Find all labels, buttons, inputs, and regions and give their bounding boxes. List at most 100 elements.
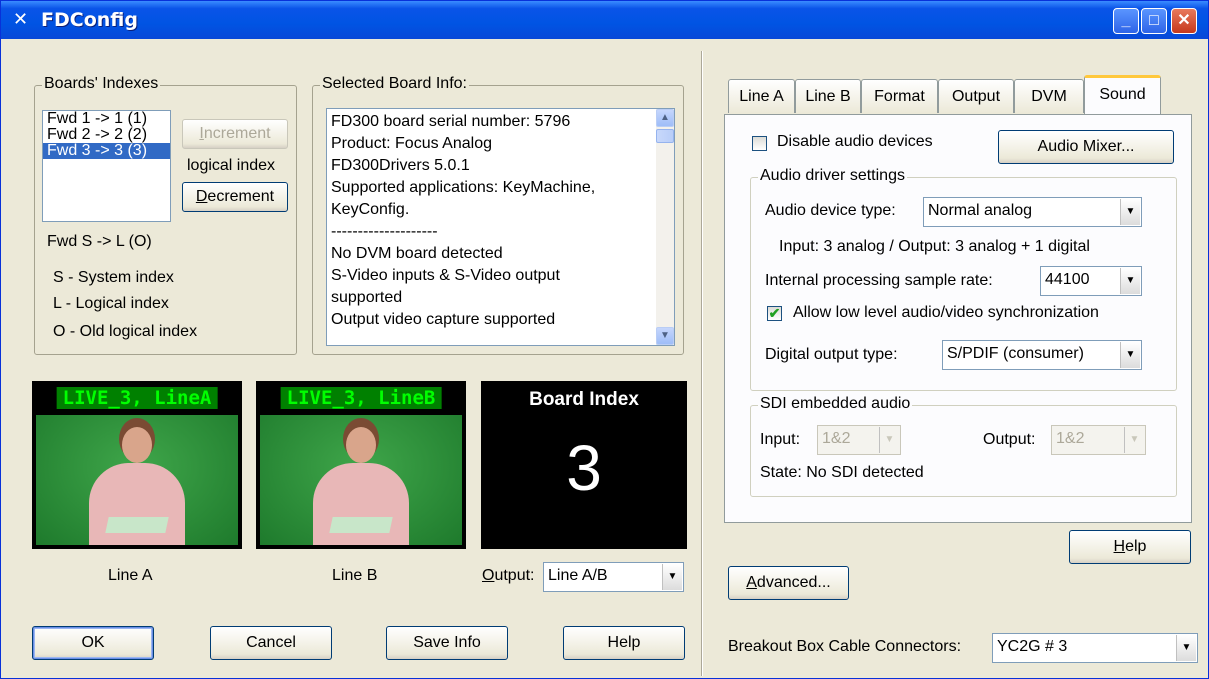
logical-index-label: logical index <box>187 157 276 174</box>
sdi-output-label: Output: <box>983 431 1036 448</box>
scroll-down-icon[interactable]: ▼ <box>656 327 674 345</box>
allow-sync-label[interactable]: Allow low level audio/video synchronizat… <box>793 304 1099 322</box>
breakout-box-value: YC2G # 3 <box>997 638 1068 655</box>
tools-icon: ✕ <box>13 9 29 29</box>
info-line: S-Video inputs & S-Video output <box>331 267 560 284</box>
board-list-item-selected[interactable]: Fwd 3 -> 3 (3) <box>43 143 170 159</box>
audio-device-type-value: Normal analog <box>928 202 1033 219</box>
sdi-input-label: Input: <box>760 431 801 448</box>
board-info-textbox[interactable]: FD300 board serial number: 5796 Product:… <box>326 108 675 346</box>
board-index-title: Board Index <box>529 389 639 410</box>
dropdown-arrow-icon[interactable]: ▼ <box>1124 427 1144 453</box>
audio-driver-settings-group: Audio driver settings Audio device type:… <box>750 167 1177 391</box>
sample-rate-value: 44100 <box>1045 271 1090 288</box>
audio-mixer-button[interactable]: Audio Mixer... <box>998 130 1174 164</box>
info-line: No DVM board detected <box>331 245 503 262</box>
sdi-embedded-audio-legend: SDI embedded audio <box>758 395 913 413</box>
presenter-image <box>260 415 462 545</box>
window-title: FDConfig <box>41 9 138 31</box>
title-bar[interactable]: ✕ FDConfig _ □ ✕ <box>1 1 1208 39</box>
maximize-button[interactable]: □ <box>1141 8 1167 34</box>
scroll-thumb[interactable] <box>656 129 674 143</box>
dropdown-arrow-icon[interactable]: ▼ <box>1120 199 1140 225</box>
system-index-key: S - System index <box>53 269 174 286</box>
increment-button[interactable]: Increment <box>182 119 288 149</box>
minimize-button[interactable]: _ <box>1113 8 1139 34</box>
output-select[interactable]: Line A/B ▼ <box>543 562 684 592</box>
help-button-right[interactable]: Help <box>1069 530 1191 564</box>
fdconfig-window: ✕ FDConfig _ □ ✕ Boards' Indexes Fwd 1 -… <box>0 0 1209 679</box>
allow-sync-checkbox[interactable]: ✔ <box>767 306 782 321</box>
vertical-separator <box>701 51 703 676</box>
info-line: KeyConfig. <box>331 201 410 218</box>
tab-output[interactable]: Output <box>938 79 1014 113</box>
output-label: Output: <box>482 567 535 584</box>
sdi-input-select[interactable]: 1&2 ▼ <box>817 425 901 455</box>
sdi-embedded-audio-group: SDI embedded audio Input: 1&2 ▼ Output: … <box>750 395 1177 497</box>
info-line: Product: Focus Analog <box>331 135 492 152</box>
selected-board-info-legend: Selected Board Info: <box>320 75 469 93</box>
close-button[interactable]: ✕ <box>1171 8 1197 34</box>
tab-line-b[interactable]: Line B <box>795 79 861 113</box>
scroll-up-icon[interactable]: ▲ <box>656 109 674 127</box>
io-info-label: Input: 3 analog / Output: 3 analog + 1 d… <box>779 238 1090 255</box>
info-line: FD300Drivers 5.0.1 <box>331 157 470 174</box>
line-b-caption: Line B <box>332 567 378 584</box>
info-line: FD300 board serial number: 5796 <box>331 113 571 130</box>
board-list-item[interactable]: Fwd 2 -> 2 (2) <box>43 127 170 143</box>
sdi-output-select[interactable]: 1&2 ▼ <box>1051 425 1146 455</box>
help-right-label: elp <box>1125 538 1147 555</box>
decrement-button[interactable]: Decrement <box>182 182 288 212</box>
dropdown-arrow-icon[interactable]: ▼ <box>1176 635 1196 661</box>
disable-audio-label[interactable]: Disable audio devices <box>777 133 933 151</box>
save-info-button[interactable]: Save Info <box>386 626 508 660</box>
advanced-label: dvanced... <box>756 574 831 591</box>
presenter-image <box>36 415 238 545</box>
selected-board-info-group: Selected Board Info: FD300 board serial … <box>312 75 684 355</box>
advanced-button[interactable]: Advanced... <box>728 566 849 600</box>
info-scrollbar[interactable]: ▲ ▼ <box>656 109 674 345</box>
tab-format[interactable]: Format <box>861 79 938 113</box>
info-line: Output video capture supported <box>331 311 556 328</box>
digital-output-type-label: Digital output type: <box>765 346 898 363</box>
dropdown-arrow-icon[interactable]: ▼ <box>1120 268 1140 294</box>
breakout-box-select[interactable]: YC2G # 3 ▼ <box>992 633 1198 663</box>
board-list-item[interactable]: Fwd 1 -> 1 (1) <box>43 111 170 127</box>
dropdown-arrow-icon[interactable]: ▼ <box>662 564 682 590</box>
info-line: -------------------- <box>331 223 438 240</box>
logical-index-key: L - Logical index <box>53 295 169 312</box>
sdi-input-value: 1&2 <box>822 430 851 447</box>
checkmark-icon: ✔ <box>768 305 781 321</box>
info-line: supported <box>331 289 403 306</box>
audio-driver-settings-legend: Audio driver settings <box>758 167 907 185</box>
sample-rate-select[interactable]: 44100 ▼ <box>1040 266 1142 296</box>
decrement-label: ecrement <box>207 188 275 205</box>
boards-indexes-group: Boards' Indexes Fwd 1 -> 1 (1) Fwd 2 -> … <box>34 75 297 355</box>
audio-device-type-select[interactable]: Normal analog ▼ <box>923 197 1142 227</box>
tab-line-a[interactable]: Line A <box>728 79 795 113</box>
fwd-format-label: Fwd S -> L (O) <box>47 233 152 250</box>
tab-strip: Line A Line B Format Output DVM Sound <box>728 75 1198 115</box>
ok-button[interactable]: OK <box>32 626 154 660</box>
sample-rate-label: Internal processing sample rate: <box>765 272 993 289</box>
help-button-left[interactable]: Help <box>563 626 685 660</box>
increment-label: ncrement <box>203 125 271 142</box>
tab-dvm[interactable]: DVM <box>1014 79 1084 113</box>
boards-listbox[interactable]: Fwd 1 -> 1 (1) Fwd 2 -> 2 (2) Fwd 3 -> 3… <box>42 110 171 222</box>
disable-audio-checkbox[interactable] <box>752 136 767 151</box>
tab-sound[interactable]: Sound <box>1084 75 1161 114</box>
breakout-box-label: Breakout Box Cable Connectors: <box>728 638 962 655</box>
output-label-text: utput: <box>494 567 535 584</box>
board-index-value: 3 <box>566 432 602 504</box>
output-select-value: Line A/B <box>548 567 608 584</box>
dropdown-arrow-icon[interactable]: ▼ <box>879 427 899 453</box>
line-a-caption: Line A <box>108 567 153 584</box>
line-a-overlay: LIVE_3, LineA <box>56 387 218 409</box>
dropdown-arrow-icon[interactable]: ▼ <box>1120 342 1140 368</box>
digital-output-type-select[interactable]: S/PDIF (consumer) ▼ <box>942 340 1142 370</box>
info-line: Supported applications: KeyMachine, <box>331 179 596 196</box>
cancel-button[interactable]: Cancel <box>210 626 332 660</box>
sound-tab-panel: Disable audio devices Audio Mixer... Aud… <box>724 114 1192 523</box>
line-b-preview: LIVE_3, LineB <box>256 381 466 549</box>
audio-device-type-label: Audio device type: <box>765 202 896 219</box>
